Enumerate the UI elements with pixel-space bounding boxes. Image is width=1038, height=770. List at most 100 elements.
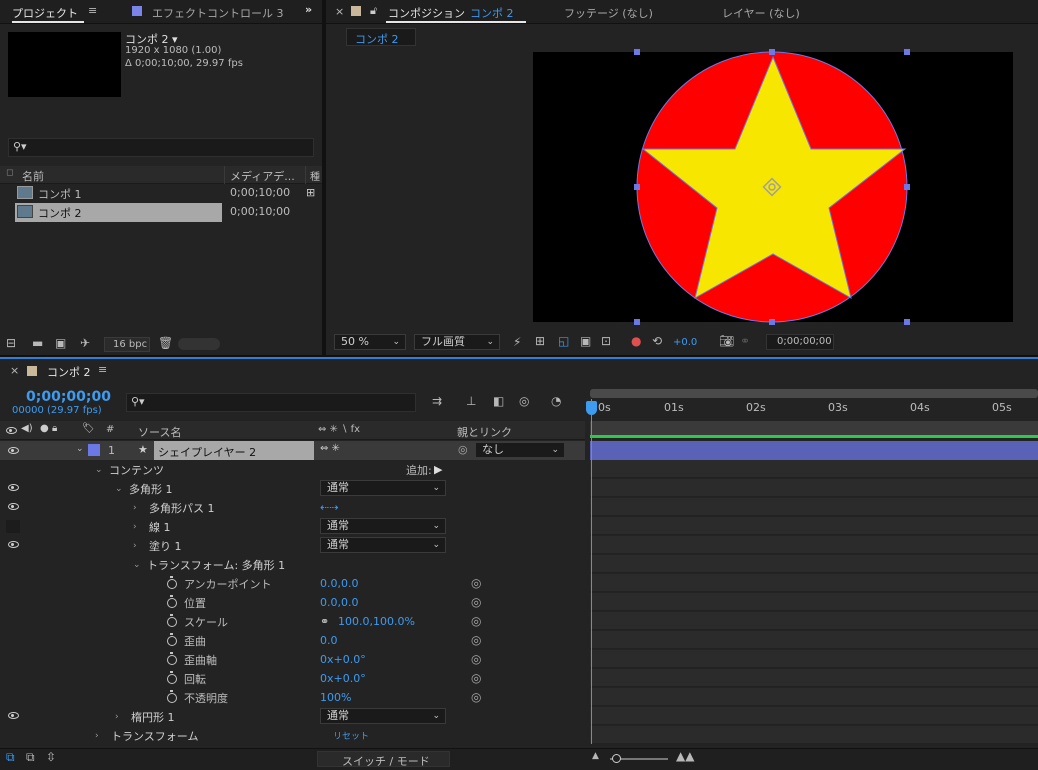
transform-row[interactable]: › トランスフォーム リセット (0, 726, 585, 745)
new-folder-icon[interactable]: ▬ (32, 336, 43, 350)
bbox-handle[interactable] (769, 49, 775, 55)
label-color-swatch[interactable] (88, 444, 100, 456)
ellipse-row[interactable]: › 楕円形 1 通常 ⌄ (0, 707, 585, 726)
visibility-icon[interactable] (8, 484, 19, 491)
expand-layer-icon[interactable]: ⌄ (76, 444, 84, 454)
chevron-right-icon[interactable]: › (115, 712, 125, 722)
panel-menu-icon[interactable]: ≡ (88, 4, 97, 17)
chevron-down-icon[interactable]: ⌄ (115, 484, 125, 494)
stopwatch-icon[interactable] (167, 671, 177, 684)
constrain-proportions-icon[interactable]: ⚭ (320, 615, 329, 628)
lock-column-icon[interactable]: 🔒︎ (52, 423, 57, 434)
transparency-grid-icon[interactable]: ⊞ (535, 334, 545, 348)
stopwatch-icon[interactable] (167, 595, 177, 608)
expression-pickwhip-icon[interactable]: ◎ (471, 576, 481, 590)
fill-row[interactable]: › 塗り 1 通常 ⌄ (0, 536, 585, 555)
tab-timeline[interactable]: コンポ 2 (47, 364, 91, 380)
zoom-select[interactable]: 50 % ⌄ (334, 334, 406, 350)
list-item[interactable]: コンポ 2 0;00;10;00 (0, 203, 305, 222)
shy-layers-icon[interactable]: ◧ (493, 394, 504, 408)
expression-pickwhip-icon[interactable]: ◎ (471, 671, 481, 685)
property-row[interactable]: 位置 0.0,0.0 ◎ (0, 593, 585, 612)
snapshot-icon[interactable]: 📷︎ (719, 334, 734, 348)
chevron-down-icon[interactable]: ⌄ (95, 465, 105, 475)
video-switch-icon[interactable] (6, 427, 17, 434)
transfer-controls-icon[interactable]: ⧉ (26, 750, 35, 765)
tab-comp-name[interactable]: コンポ 2 (470, 5, 514, 21)
visibility-off-slot[interactable] (6, 520, 20, 533)
chevron-right-icon[interactable]: › (133, 503, 143, 513)
channel-icon[interactable]: ● (631, 334, 641, 348)
label-column-icon[interactable]: 🏷︎ (82, 423, 95, 434)
switch-mode-toggle[interactable]: スイッチ / モード (317, 751, 450, 768)
col-extra[interactable]: 種 (310, 168, 320, 183)
bbox-handle[interactable] (904, 49, 910, 55)
bbox-handle[interactable] (634, 319, 640, 325)
bbox-handle[interactable] (634, 49, 640, 55)
frame-blending-icon[interactable]: ◎ (519, 394, 529, 408)
zoom-in-icon[interactable]: ▲▲ (676, 749, 694, 763)
project-scrollbar[interactable] (178, 338, 220, 350)
col-media[interactable]: メディアデ... (230, 168, 295, 184)
property-row[interactable]: スケール ⚭ 100.0,100.0% ◎ (0, 612, 585, 631)
stopwatch-icon[interactable] (167, 633, 177, 646)
tab-layer[interactable]: レイヤー (なし) (722, 5, 800, 21)
polygon-path-row[interactable]: › 多角形パス 1 ⇠⇢ (0, 498, 585, 517)
polygon-mode-select[interactable]: 通常 ⌄ (320, 480, 446, 496)
stopwatch-icon[interactable] (167, 652, 177, 665)
list-item[interactable]: コンポ 1 0;00;10;00 (0, 184, 305, 203)
col-name[interactable]: 名前 (22, 168, 44, 184)
layer-switches-icon[interactable]: ⧉ (6, 750, 15, 765)
grid-guides-icon[interactable]: ⊡ (601, 334, 611, 348)
comp-viewer[interactable] (533, 49, 1013, 325)
property-row[interactable]: 不透明度 100% ◎ (0, 688, 585, 707)
property-row[interactable]: アンカーポイント 0.0,0.0 ◎ (0, 574, 585, 593)
layer-row[interactable]: ⌄ 1 ★ シェイプレイヤー 2 ⇔ ✳ ◎ なし ⌄ (0, 441, 585, 460)
stopwatch-icon[interactable] (167, 576, 177, 589)
stroke-row[interactable]: › 線 1 通常 ⌄ (0, 517, 585, 536)
work-area-bar[interactable] (590, 435, 1038, 438)
playhead[interactable] (591, 399, 592, 744)
expression-pickwhip-icon[interactable]: ◎ (471, 690, 481, 704)
stopwatch-icon[interactable] (167, 614, 177, 627)
expression-pickwhip-icon[interactable]: ◎ (471, 595, 481, 609)
fast-preview-icon[interactable]: ⚡︎ (513, 335, 521, 349)
stopwatch-icon[interactable] (167, 690, 177, 703)
chevron-right-icon[interactable]: › (133, 541, 143, 551)
comp-timecode[interactable]: 0;00;00;00 (766, 334, 834, 350)
current-time-display[interactable]: 0;00;00;00 (26, 389, 111, 405)
render-queue-icon[interactable]: ✈ (80, 336, 90, 350)
flowchart-icon[interactable]: ⊞ (306, 186, 315, 199)
playhead-handle[interactable] (586, 401, 597, 415)
mask-visibility-icon[interactable]: ◱ (558, 334, 569, 348)
parent-select[interactable]: なし ⌄ (475, 442, 565, 458)
tab-footage[interactable]: フッテージ (なし) (564, 5, 653, 21)
collapse-switch-icon[interactable]: ⇔ ✳ (320, 443, 340, 454)
panel-menu-icon[interactable]: ≡ (98, 363, 107, 376)
new-composition-icon[interactable]: ▣ (55, 336, 66, 350)
zoom-slider-knob[interactable] (612, 754, 621, 763)
chevron-right-icon[interactable]: › (95, 731, 105, 741)
add-button-icon[interactable]: ▶ (434, 463, 442, 476)
interpret-footage-icon[interactable]: ⊟ (6, 336, 16, 350)
tab-composition[interactable]: コンポジション (388, 5, 465, 21)
col-parent[interactable]: 親とリンク (457, 424, 512, 440)
expression-pickwhip-icon[interactable]: ◎ (471, 652, 481, 666)
property-row[interactable]: 歪曲 0.0 ◎ (0, 631, 585, 650)
draft-3d-icon[interactable]: ⊥ (466, 394, 476, 408)
exposure-value[interactable]: +0.0 (673, 337, 697, 348)
trash-icon[interactable]: 🗑 (158, 336, 173, 350)
zoom-out-icon[interactable]: ▲ (592, 751, 599, 761)
bbox-handle[interactable] (904, 319, 910, 325)
col-source-name[interactable]: ソース名 (138, 424, 181, 440)
bpc-button[interactable]: 16 bpc (104, 337, 150, 352)
parent-pickwhip-icon[interactable]: ◎ (458, 443, 468, 456)
motion-blur-icon[interactable]: ◔ (551, 394, 561, 408)
ellipse-mode-select[interactable]: 通常 ⌄ (320, 708, 446, 724)
lock-icon[interactable]: 🔓︎ (370, 4, 377, 18)
audio-icon[interactable]: ◀) (21, 423, 33, 434)
close-tab-icon[interactable]: × (10, 364, 19, 377)
close-tab-icon[interactable]: × (335, 5, 344, 18)
breadcrumb[interactable]: コンポ 2 (346, 28, 416, 46)
resolution-select[interactable]: フル画質 ⌄ (414, 334, 500, 350)
